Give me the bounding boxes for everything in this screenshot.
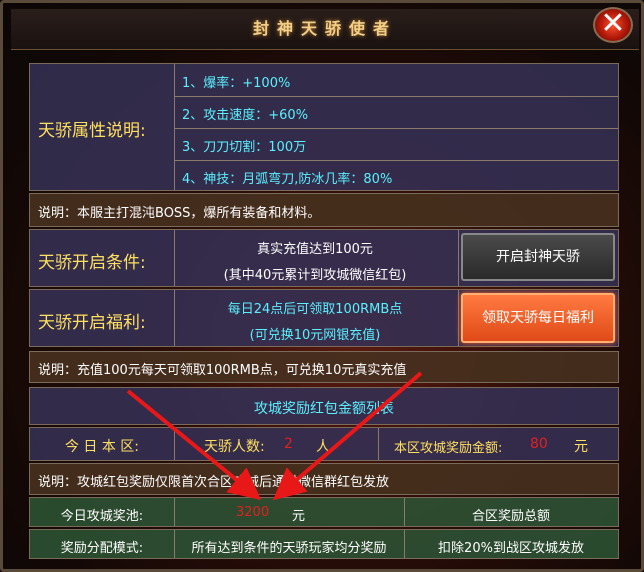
open-condition-line2: (其中40元累计到攻城微信红包)	[223, 268, 407, 283]
distribution-mode: 所有达到条件的天骄玩家均分奖励	[191, 541, 387, 556]
count-value: 2	[284, 436, 293, 452]
pool-unit: 元	[292, 509, 306, 524]
amount-unit: 元	[574, 439, 588, 455]
note-boss: 说明：本服主打混沌BOSS，爆所有装备和材料。	[29, 193, 619, 227]
distribution-label: 奖励分配模式:	[60, 541, 144, 556]
red-packet-heading: 攻城奖励红包金额列表	[29, 387, 619, 425]
note-recharge-text: 说明：充值100元每天可领取100RMB点，可兑换10元真实充值	[38, 363, 407, 378]
count-label: 天骄人数:	[204, 439, 265, 455]
note-boss-text: 说明：本服主打混沌BOSS，爆所有装备和材料。	[38, 206, 321, 221]
open-tianjiao-button[interactable]: 开启封神天骄	[461, 233, 615, 281]
pool-value: 3200	[236, 505, 270, 520]
note-red-packet-text: 说明：攻城红包奖励仅限首次合区攻城后通过微信群红包发放	[38, 475, 390, 490]
open-welfare-line1: 每日24点后可领取100RMB点	[227, 302, 403, 317]
dialog-window: 封神天骄使者 ✕ 天骄属性说明: 1、爆率：+100% 2、攻击速度：+60% …	[0, 0, 644, 572]
count-unit: 人	[316, 439, 330, 455]
note-red-packet: 说明：攻城红包奖励仅限首次合区攻城后通过微信群红包发放	[29, 463, 619, 495]
pool-label: 今日攻城奖池:	[60, 509, 144, 524]
open-condition-label: 天骄开启条件:	[38, 253, 146, 273]
attribute-item: 1、爆率：+100%	[182, 76, 291, 91]
note-recharge: 说明：充值100元每天可领取100RMB点，可兑换10元真实充值	[29, 351, 619, 383]
open-welfare-label: 天骄开启福利:	[38, 313, 146, 333]
attribute-item: 3、刀刀切割：100万	[182, 140, 307, 155]
attributes-panel: 天骄属性说明: 1、爆率：+100% 2、攻击速度：+60% 3、刀刀切割：10…	[29, 63, 619, 191]
today-label: 今 日 本 区:	[64, 439, 140, 455]
merge-reward-label: 合区奖励总额	[471, 509, 550, 524]
amount-label: 本区攻城奖励金额:	[394, 441, 503, 456]
attributes-label: 天骄属性说明:	[38, 121, 146, 141]
window-title: 封神天骄使者	[252, 19, 397, 38]
close-icon[interactable]: ✕	[593, 7, 633, 43]
distribution-row: 奖励分配模式: 所有达到条件的天骄玩家均分奖励 扣除20%到战区攻城发放	[29, 529, 619, 559]
title-bar: 封神天骄使者	[11, 9, 639, 50]
amount-value: 80	[530, 436, 548, 452]
attribute-item: 4、神技：月弧弯刀,防冰几率：80%	[182, 172, 393, 187]
pool-row: 今日攻城奖池: 3200 元 合区奖励总额	[29, 497, 619, 527]
open-condition-line1: 真实充值达到100元	[257, 242, 373, 257]
today-row: 今 日 本 区: 天骄人数: 2 人 本区攻城奖励金额: 80 元	[29, 427, 619, 461]
claim-welfare-button[interactable]: 领取天骄每日福利	[461, 293, 615, 343]
attribute-item: 2、攻击速度：+60%	[182, 108, 309, 123]
red-packet-heading-text: 攻城奖励红包金额列表	[254, 401, 394, 417]
distribution-deduct: 扣除20%到战区攻城发放	[438, 541, 584, 556]
open-welfare-line2: (可兑换10元网银充值)	[249, 328, 381, 343]
